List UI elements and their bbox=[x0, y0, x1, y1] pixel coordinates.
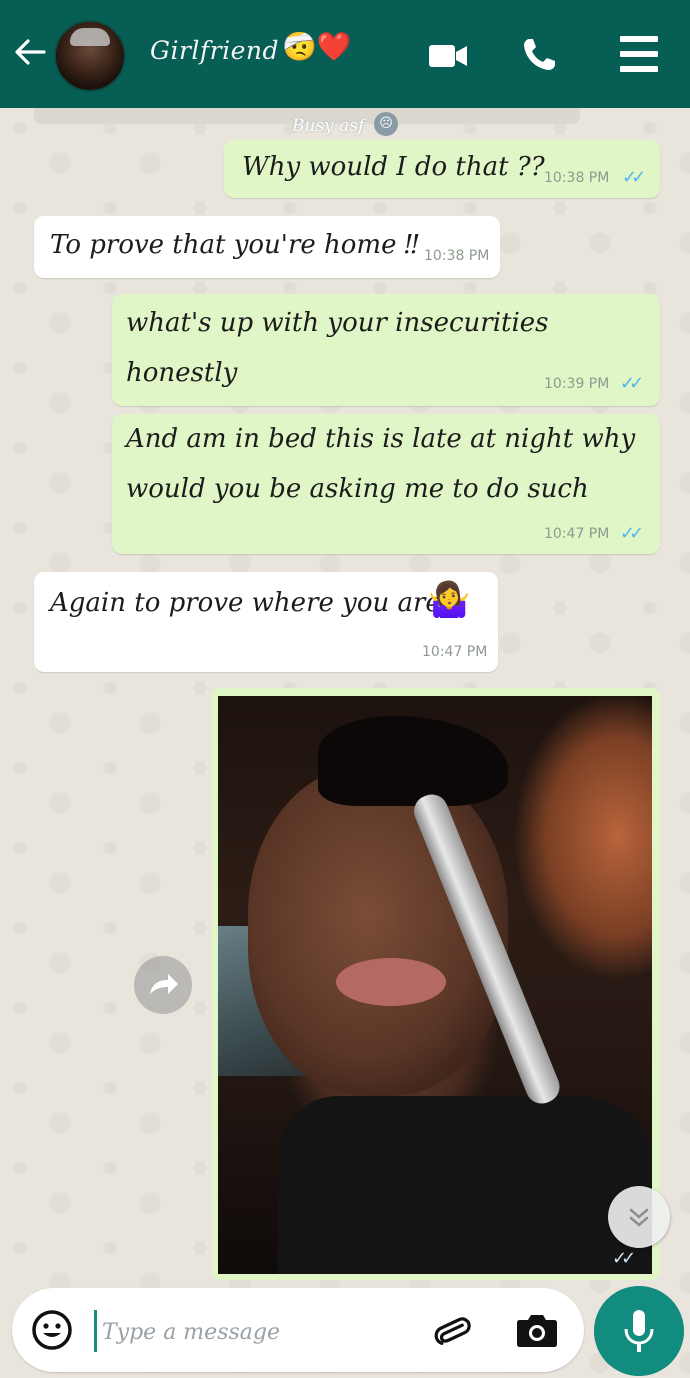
Busy asf-icon: ☹ bbox=[374, 112, 398, 136]
message-bubble-outgoing[interactable]: And am in bed this is late at night why … bbox=[112, 414, 660, 554]
forward-icon[interactable] bbox=[134, 956, 192, 1014]
read-ticks-icon: ✓✓ bbox=[612, 1248, 636, 1269]
message-bubble-outgoing[interactable]: what's up with your insecurities honestl… bbox=[112, 294, 660, 406]
photo-hair bbox=[318, 716, 508, 806]
message-text: what's up with your insecurities honestl… bbox=[126, 308, 549, 388]
status-text: Busy asf bbox=[292, 116, 365, 136]
camera-icon[interactable] bbox=[514, 1308, 560, 1352]
shrug-emoji-icon: 🤷‍♀️ bbox=[428, 580, 471, 620]
message-text: To prove that you're home ‼ bbox=[50, 230, 419, 260]
message-text: Again to prove where you are bbox=[50, 588, 441, 618]
back-arrow-icon[interactable] bbox=[12, 34, 48, 70]
attach-icon[interactable] bbox=[430, 1308, 474, 1352]
avatar[interactable] bbox=[54, 20, 126, 92]
message-time: 10:38 PM bbox=[424, 248, 490, 264]
read-ticks-icon: ✓✓ bbox=[622, 167, 646, 188]
message-time: 10:38 PM bbox=[544, 170, 610, 186]
read-ticks-icon: ✓✓ bbox=[620, 523, 644, 544]
message-bubble-outgoing[interactable]: Why would I do that ?? 10:38 PM ✓✓ bbox=[224, 140, 660, 198]
message-text: Why would I do that ?? bbox=[242, 152, 545, 182]
message-bubble-incoming[interactable]: Again to prove where you are 🤷‍♀️ 10:47 … bbox=[34, 572, 498, 672]
menu-icon[interactable] bbox=[618, 34, 660, 74]
photo-image[interactable] bbox=[218, 696, 652, 1274]
message-time: 10:47 PM bbox=[544, 526, 610, 542]
read-ticks-icon: ✓✓ bbox=[620, 373, 644, 394]
microphone-icon[interactable] bbox=[594, 1286, 684, 1376]
chat-header: Girlfriend 🤕❤️ bbox=[0, 0, 690, 108]
message-time: 10:47 PM bbox=[422, 644, 488, 660]
photo-shirt bbox=[278, 1096, 652, 1274]
message-bubble-incoming[interactable]: To prove that you're home ‼ 10:38 PM bbox=[34, 216, 500, 278]
contact-emojis: 🤕❤️ bbox=[282, 30, 352, 63]
phone-icon[interactable] bbox=[520, 36, 558, 74]
scroll-down-icon[interactable] bbox=[608, 1186, 670, 1248]
message-input[interactable] bbox=[102, 1312, 412, 1352]
photo-lips bbox=[336, 958, 446, 1006]
video-call-icon[interactable] bbox=[428, 43, 468, 69]
message-text: And am in bed this is late at night why … bbox=[126, 424, 636, 504]
emoji-icon[interactable] bbox=[30, 1308, 74, 1352]
text-caret bbox=[94, 1310, 97, 1352]
contact-name[interactable]: Girlfriend bbox=[150, 36, 279, 65]
message-time: 10:39 PM bbox=[544, 376, 610, 392]
